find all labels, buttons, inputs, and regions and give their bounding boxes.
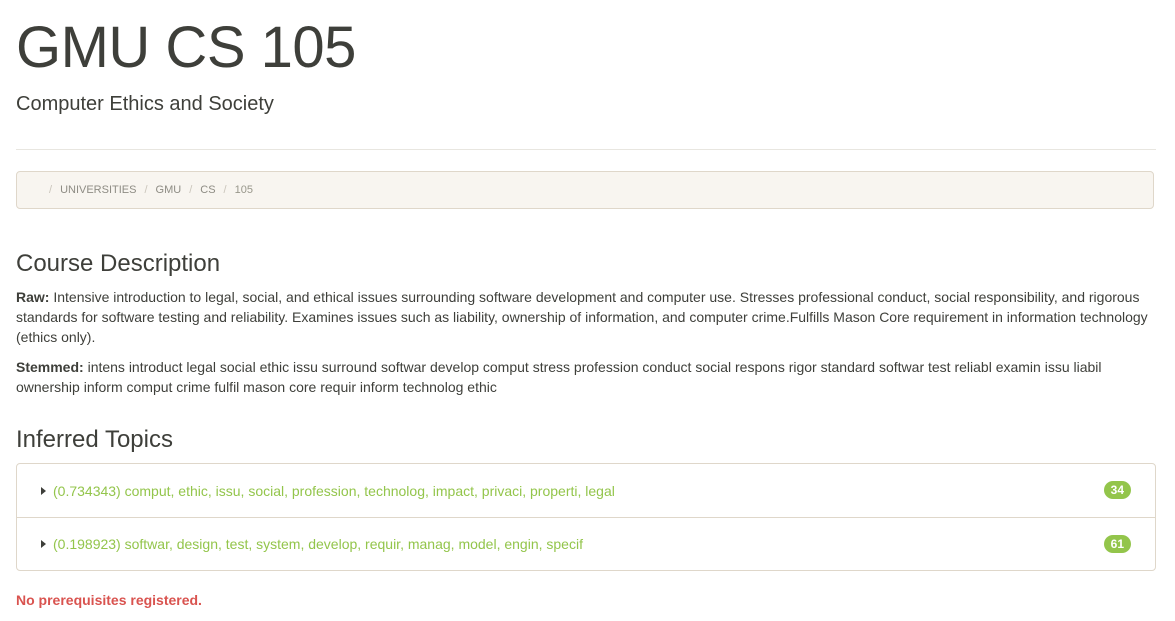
breadcrumb-item-105: / 105 [223,184,253,196]
no-prerequisites-message: No prerequisites registered. [16,592,202,608]
breadcrumb-link-cs[interactable]: CS [200,184,215,196]
breadcrumb-link-universities[interactable]: UNIVERSITIES [60,184,136,196]
topic-count-badge: 34 [1103,481,1131,499]
breadcrumb-link-gmu[interactable]: GMU [156,184,182,196]
header-divider [16,149,1156,150]
raw-text: Intensive introduction to legal, social,… [16,289,1148,345]
topic-link[interactable]: (0.734343) comput, ethic, issu, social, … [53,483,615,499]
topic-link[interactable]: (0.198923) softwar, design, test, system… [53,536,583,552]
topics-list: (0.734343) comput, ethic, issu, social, … [16,463,1156,571]
caret-right-icon [41,486,46,495]
topic-item[interactable]: (0.198923) softwar, design, test, system… [17,517,1155,570]
page: GMU CS 105 Computer Ethics and Society /… [0,0,1175,621]
stemmed-label: Stemmed: [16,359,84,375]
breadcrumb-item-universities[interactable]: / UNIVERSITIES [41,184,136,196]
raw-label: Raw: [16,289,50,305]
breadcrumb: / UNIVERSITIES / GMU / CS / 105 [16,171,1154,209]
page-title: GMU CS 105 [16,15,356,80]
caret-right-icon [41,540,46,548]
topic-count-badge: 61 [1103,535,1131,553]
inferred-topics-heading: Inferred Topics [16,426,173,453]
raw-description: Raw: Intensive introduction to legal, so… [16,287,1156,347]
topic-item[interactable]: (0.734343) comput, ethic, issu, social, … [17,464,1155,517]
breadcrumb-item-gmu[interactable]: / GMU [136,184,181,196]
course-description-heading: Course Description [16,250,221,277]
page-subtitle: Computer Ethics and Society [16,93,274,115]
breadcrumb-current: 105 [234,184,253,196]
breadcrumb-item-cs[interactable]: / CS [181,184,215,196]
stemmed-text: intens introduct legal social ethic issu… [16,359,1102,395]
stemmed-description: Stemmed: intens introduct legal social e… [16,357,1156,397]
